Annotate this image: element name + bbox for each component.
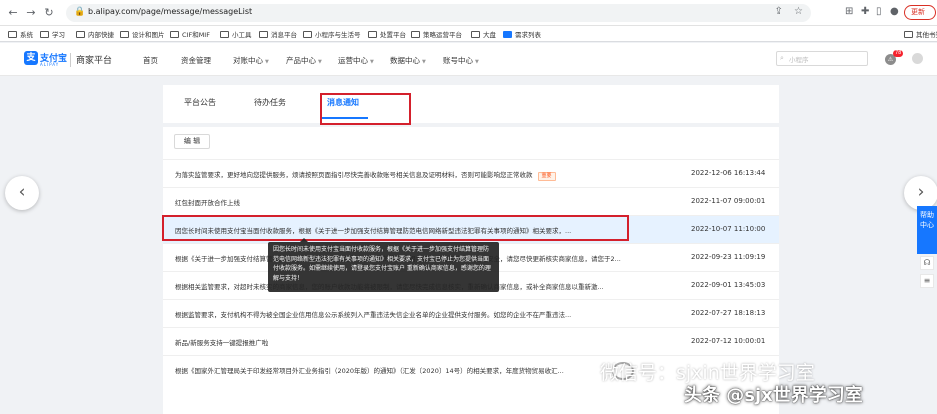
bookmark-item[interactable]: CIF和MIF bbox=[170, 29, 210, 39]
message-title: 根据《国家外汇管理局关于印发经常项目外汇业务指引（2020年版）的通知》（汇发〔… bbox=[175, 367, 564, 375]
chevron-down-icon: ▼ bbox=[370, 59, 374, 65]
bookmark-item[interactable]: 内部快捷 bbox=[76, 29, 114, 39]
search-icon: ⌕ bbox=[780, 54, 784, 62]
chevron-left-icon[interactable]: ‹ bbox=[5, 176, 39, 210]
bookmark-icon bbox=[503, 31, 512, 38]
message-title: 红包封面开放合作上线 bbox=[175, 199, 240, 207]
chevron-down-icon: ▼ bbox=[475, 59, 479, 65]
headset-icon[interactable]: ☊ bbox=[920, 256, 934, 270]
folder-icon bbox=[259, 31, 268, 38]
message-date: 2022-09-01 13:45:03 bbox=[691, 281, 766, 289]
bookmark-item[interactable]: 消息平台 bbox=[259, 29, 297, 39]
chevron-down-icon: ▼ bbox=[318, 59, 322, 65]
message-date: 2022-07-27 18:18:13 bbox=[691, 309, 766, 317]
back-arrow-icon[interactable]: ← bbox=[6, 6, 20, 20]
folder-icon bbox=[8, 31, 17, 38]
profile-icon[interactable]: ● bbox=[890, 6, 899, 17]
tab-platform-announcements[interactable]: 平台公告 bbox=[184, 97, 216, 108]
bookmark-item[interactable]: 大盘 bbox=[471, 29, 496, 39]
message-date: 2022-10-07 11:10:00 bbox=[691, 225, 766, 233]
message-title: 根据监管要求，支付机构不得为被全国企业信用信息公示系统列入严重违法失信企业名单的… bbox=[175, 311, 572, 319]
important-tag: 重要 bbox=[537, 172, 556, 181]
browser-toolbar: ← → ↻ 🔒 b.alipay.com/page/message/messag… bbox=[0, 0, 937, 26]
bookmarks-bar: 系统 学习 内部快捷 设计和图片 CIF和MIF 小工具 消息平台 小程序与生活… bbox=[0, 26, 937, 42]
folder-icon bbox=[411, 31, 420, 38]
message-date: 2022-07-12 10:00:01 bbox=[691, 337, 766, 345]
message-date: 2022-12-06 16:13:44 bbox=[691, 169, 766, 177]
message-tooltip: 因您长时间未使用支付宝当面付收款服务，根据《关于进一步加强支付结算管理防范电信网… bbox=[268, 242, 499, 292]
sidepanel-icon[interactable]: ▯ bbox=[876, 6, 882, 17]
search-input[interactable]: ⌕ 小程序 bbox=[776, 51, 868, 66]
nav-account[interactable]: 账号中心 ▼ bbox=[443, 55, 479, 66]
extensions-icon[interactable]: ✚ bbox=[861, 6, 869, 17]
folder-icon bbox=[303, 31, 312, 38]
nav-reconciliation[interactable]: 对账中心 ▼ bbox=[233, 55, 269, 66]
table-row[interactable]: 红包封面开放合作上线 2022-11-07 09:00:01 bbox=[163, 187, 779, 215]
table-row[interactable]: 为落实监管要求，更好地向您提供服务，烦请按照页面指引尽快完善收款账号相关信息及证… bbox=[163, 159, 779, 187]
alipay-logo-icon: 支 bbox=[24, 51, 38, 65]
toutiao-watermark: 头条 @sjx世界学习室 bbox=[684, 385, 863, 406]
help-center-button[interactable]: 帮助中心 bbox=[917, 206, 937, 254]
avatar[interactable] bbox=[912, 53, 923, 64]
folder-icon bbox=[170, 31, 179, 38]
forward-arrow-icon[interactable]: → bbox=[24, 6, 38, 20]
chevron-down-icon: ▼ bbox=[422, 59, 426, 65]
message-date: 2022-11-07 09:00:01 bbox=[691, 197, 766, 205]
folder-icon bbox=[120, 31, 129, 38]
bookmark-item[interactable]: 需求列表 bbox=[503, 29, 541, 39]
app-header: 支 支付宝 ALIPAY 商家平台 首页 资金管理 对账中心 ▼ 产品中心 ▼ 运营… bbox=[0, 43, 937, 76]
tabs-card: 平台公告 待办任务 消息通知 bbox=[163, 85, 779, 123]
folder-icon bbox=[471, 31, 480, 38]
bookmark-item[interactable]: 处置平台 bbox=[368, 29, 406, 39]
divider bbox=[70, 53, 71, 67]
grid-icon[interactable]: ⊞ bbox=[845, 6, 853, 17]
address-bar[interactable]: 🔒 b.alipay.com/page/message/messageList … bbox=[66, 4, 811, 22]
other-bookmarks[interactable]: 其他书签 bbox=[904, 29, 937, 39]
bookmark-item[interactable]: 学习 bbox=[40, 29, 65, 39]
edit-button[interactable]: 编 辑 bbox=[174, 134, 210, 149]
message-title: 新品/新服务支持一键提报推广啦 bbox=[175, 339, 269, 347]
folder-icon bbox=[40, 31, 49, 38]
bookmark-item[interactable]: 设计和图片 bbox=[120, 29, 165, 39]
logo-subtext: ALIPAY bbox=[40, 62, 60, 67]
bookmark-item[interactable]: 策略运营平台 bbox=[411, 29, 462, 39]
table-row[interactable]: 根据监管要求，支付机构不得为被全国企业信用信息公示系统列入严重违法失信企业名单的… bbox=[163, 299, 779, 327]
table-row[interactable]: 新品/新服务支持一键提报推广啦 2022-07-12 10:00:01 bbox=[163, 327, 779, 355]
lock-icon: 🔒 bbox=[74, 7, 86, 17]
share-icon[interactable]: ⇪ bbox=[774, 6, 782, 17]
nav-home[interactable]: 首页 bbox=[143, 55, 158, 66]
bookmark-item[interactable]: 小程序与生活号 bbox=[303, 29, 361, 39]
list-icon[interactable]: ≡ bbox=[920, 274, 934, 288]
chevron-right-icon[interactable]: › bbox=[904, 176, 937, 210]
tab-todo-tasks[interactable]: 待办任务 bbox=[254, 97, 286, 108]
folder-icon bbox=[220, 31, 229, 38]
chevron-down-icon: ▼ bbox=[265, 59, 269, 65]
nav-data[interactable]: 数据中心 ▼ bbox=[390, 55, 426, 66]
folder-icon bbox=[368, 31, 377, 38]
bookmark-item[interactable]: 小工具 bbox=[220, 29, 252, 39]
bookmark-item[interactable]: 系统 bbox=[8, 29, 33, 39]
nav-products[interactable]: 产品中心 ▼ bbox=[286, 55, 322, 66]
message-date: 2022-09-23 11:09:19 bbox=[691, 253, 766, 261]
highlight-box bbox=[162, 215, 629, 241]
folder-icon bbox=[904, 31, 913, 38]
folder-icon bbox=[76, 31, 85, 38]
reload-icon[interactable]: ↻ bbox=[42, 6, 56, 20]
update-button[interactable]: 更新 bbox=[904, 5, 936, 20]
nav-funds[interactable]: 资金管理 bbox=[181, 55, 211, 66]
message-title: 为落实监管要求，更好地向您提供服务，烦请按照页面指引尽快完善收款账号相关信息及证… bbox=[175, 171, 533, 179]
platform-title: 商家平台 bbox=[76, 56, 113, 66]
url-text: b.alipay.com/page/message/messageList bbox=[88, 7, 253, 16]
notification-badge: 78 bbox=[893, 50, 904, 57]
highlight-box bbox=[320, 93, 411, 125]
nav-operations[interactable]: 运营中心 ▼ bbox=[338, 55, 374, 66]
star-icon[interactable]: ☆ bbox=[794, 6, 803, 17]
